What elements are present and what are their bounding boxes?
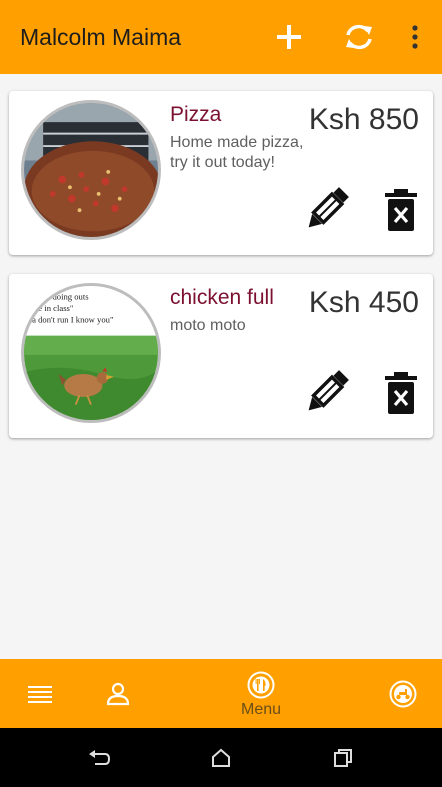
nav-item-delivery[interactable]: [384, 677, 422, 711]
home-icon: [212, 748, 230, 767]
app-title: Malcolm Maima: [20, 24, 182, 50]
item-name: chicken full: [170, 286, 274, 309]
delete-button[interactable]: [381, 187, 421, 233]
add-button[interactable]: [266, 14, 312, 60]
menu-item-card[interactable]: you doing outs are in class" na don't ru…: [9, 274, 433, 438]
restaurant-icon: [247, 671, 275, 699]
pencil-icon: [308, 370, 349, 411]
profile-icon: [106, 682, 130, 706]
edit-button[interactable]: [301, 366, 353, 418]
item-image: [21, 100, 161, 240]
delivery-scooter-icon: [389, 680, 417, 708]
sync-icon: [346, 24, 372, 50]
bottom-navigation: Menu: [0, 659, 442, 728]
list-icon: [28, 686, 52, 703]
chicken-photo: you doing outs are in class" na don't ru…: [24, 286, 158, 420]
system-recent-apps-button[interactable]: [328, 745, 358, 771]
nav-item-profile[interactable]: [100, 677, 136, 711]
item-image: you doing outs are in class" na don't ru…: [21, 283, 161, 423]
sync-button[interactable]: [336, 14, 382, 60]
nav-item-menu[interactable]: Menu: [222, 667, 300, 723]
nav-item-label: Menu: [240, 701, 282, 718]
back-icon: [89, 750, 111, 765]
delete-icon: [385, 189, 417, 231]
system-home-button[interactable]: [206, 745, 236, 771]
nav-item-list[interactable]: [22, 679, 58, 709]
item-price: Ksh 450: [308, 286, 419, 319]
pencil-icon: [308, 187, 349, 228]
image-caption-line: na don't run I know you": [28, 314, 114, 324]
more-vert-icon: [412, 25, 418, 49]
add-icon: [277, 25, 301, 49]
recent-apps-icon: [334, 749, 352, 767]
image-caption-line: are in class": [32, 303, 74, 313]
edit-button[interactable]: [301, 183, 353, 235]
item-price: Ksh 850: [308, 103, 419, 136]
image-caption-line: you doing outs: [37, 291, 89, 301]
item-description: Home made pizza, try it out today!: [170, 134, 304, 171]
system-back-button[interactable]: [84, 745, 114, 771]
delete-icon: [385, 372, 417, 414]
app-bar: Malcolm Maima: [0, 0, 442, 74]
menu-item-card[interactable]: Pizza Home made pizza, try it out today!…: [9, 91, 433, 255]
pizza-photo: [24, 103, 158, 237]
delete-button[interactable]: [381, 370, 421, 416]
system-navigation-bar: [0, 728, 442, 787]
item-name: Pizza: [170, 103, 222, 126]
item-description: moto moto: [170, 317, 246, 334]
more-options-button[interactable]: [392, 14, 438, 60]
